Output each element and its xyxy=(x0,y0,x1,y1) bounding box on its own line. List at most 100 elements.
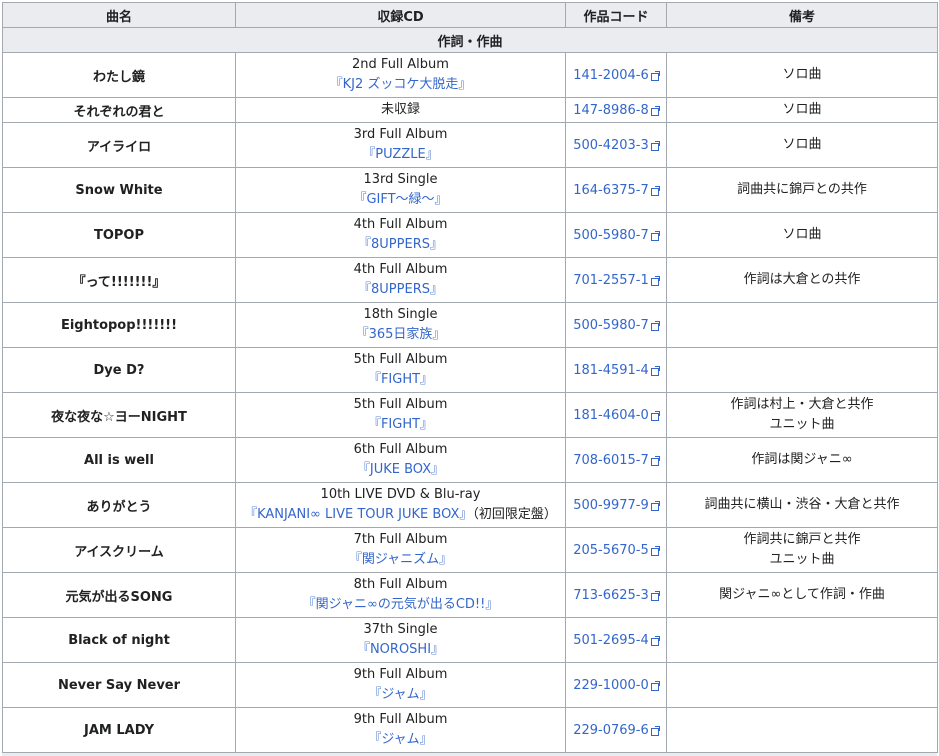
work-code-link[interactable]: 501-2695-4 xyxy=(573,632,660,648)
work-code-link[interactable]: 500-9977-9 xyxy=(573,498,660,513)
notes-cell xyxy=(666,617,938,663)
album-link[interactable]: 『8UPPERS』 xyxy=(358,237,443,252)
external-link-icon xyxy=(650,365,660,376)
external-link-icon xyxy=(650,545,660,556)
album-link[interactable]: 『KANJANI∞ LIVE TOUR JUKE BOX』 xyxy=(244,507,472,522)
album-edition: （初回限定盤） xyxy=(472,507,557,522)
album-line: 『KJ2 ズッコケ大脱走』 xyxy=(240,75,561,95)
work-code: 713-6625-3 xyxy=(573,587,649,603)
cd-cell: 13rd Single 『GIFT～緑～』 xyxy=(235,167,566,213)
album-link[interactable]: 『GIFT～緑～』 xyxy=(353,192,447,207)
notes-cell xyxy=(666,347,938,393)
album-link[interactable]: 『関ジャニ∞の元気が出るCD!!』 xyxy=(303,597,499,612)
code-cell: 500-5980-7 xyxy=(565,302,667,348)
album-link[interactable]: 『FIGHT』 xyxy=(368,417,433,432)
song-title: Dye D? xyxy=(2,347,236,393)
song-title: 『って!!!!!!!』 xyxy=(2,257,236,303)
work-code-link[interactable]: 147-8986-8 xyxy=(573,102,660,118)
cd-cell: 5th Full Album 『FIGHT』 xyxy=(235,347,566,393)
work-code: 500-4203-3 xyxy=(573,137,649,153)
work-code-link[interactable]: 205-5670-5 xyxy=(573,542,660,558)
song-title: All is well xyxy=(2,437,236,483)
external-link-icon xyxy=(650,320,660,331)
work-code-link[interactable]: 181-4604-0 xyxy=(573,408,660,423)
notes-cell: 作詞は大倉との共作 xyxy=(666,257,938,303)
album-line: 『8UPPERS』 xyxy=(240,280,561,300)
release-type: 2nd Full Album xyxy=(352,57,449,72)
work-code-link[interactable]: 500-5980-7 xyxy=(573,228,660,243)
album-line: 『GIFT～緑～』 xyxy=(240,190,561,210)
cd-cell: 7th Full Album 『関ジャニズム』 xyxy=(235,527,566,573)
song-title: アイライロ xyxy=(2,122,236,168)
cd-cell: 2nd Full Album 『KJ2 ズッコケ大脱走』 xyxy=(235,52,566,98)
album-line: 『関ジャニ∞の元気が出るCD!!』 xyxy=(240,595,561,615)
album-link[interactable]: 『PUZZLE』 xyxy=(362,147,438,162)
album-line: 『ジャム』 xyxy=(240,685,561,705)
work-code-link[interactable]: 708-6015-7 xyxy=(573,452,660,468)
cd-cell: 37th Single 『NOROSHI』 xyxy=(235,617,566,663)
work-code-link[interactable]: 181-4591-4 xyxy=(573,362,660,378)
work-code-link[interactable]: 229-1000-0 xyxy=(573,678,660,693)
work-code-link[interactable]: 500-4203-3 xyxy=(573,137,660,153)
table-row: アイスクリーム 7th Full Album 『関ジャニズム』 205-5670-5 作… xyxy=(2,527,938,573)
album-line: 『KANJANI∞ LIVE TOUR JUKE BOX』（初回限定盤） xyxy=(240,505,561,525)
work-code-link[interactable]: 164-6375-7 xyxy=(573,182,660,198)
note-line: 作詞は村上・大倉と共作 xyxy=(730,397,874,412)
work-code: 229-0769-6 xyxy=(573,722,649,738)
album-link[interactable]: 『JUKE BOX』 xyxy=(357,462,444,477)
notes-cell: ソロ曲 xyxy=(666,122,938,168)
work-code-link[interactable]: 500-5980-7 xyxy=(573,318,660,333)
work-code: 164-6375-7 xyxy=(573,182,649,198)
section-row: 作詞・作曲 xyxy=(2,27,938,53)
album-link[interactable]: 『ジャム』 xyxy=(368,687,432,702)
album-link[interactable]: 『NOROSHI』 xyxy=(357,642,444,657)
code-cell: 181-4604-0 xyxy=(565,392,667,438)
work-code-link[interactable]: 701-2557-1 xyxy=(573,273,660,288)
table-row: ありがとう 10th LIVE DVD & Blu-ray 『KANJANI∞ LI… xyxy=(2,482,938,528)
release-type: 6th Full Album xyxy=(353,442,448,457)
note-line: ソロ曲 xyxy=(782,67,822,82)
notes-cell: ソロ曲 xyxy=(666,212,938,258)
songs-table: 曲名 収録CD 作品コード 備考 作詞・作曲 わたし鏡 2nd Full Albu… xyxy=(2,2,938,753)
album-link[interactable]: 『関ジャニズム』 xyxy=(349,552,452,567)
header-notes: 備考 xyxy=(666,2,938,28)
table-row: 元気が出るSONG 8th Full Album 『関ジャニ∞の元気が出るCD!!』… xyxy=(2,572,938,618)
external-link-icon xyxy=(650,725,660,736)
album-line: 『FIGHT』 xyxy=(240,370,561,390)
header-cd: 収録CD xyxy=(235,2,566,28)
album-link[interactable]: 『FIGHT』 xyxy=(368,372,433,387)
notes-cell: ソロ曲 xyxy=(666,97,938,123)
work-code: 501-2695-4 xyxy=(573,632,649,648)
album-link[interactable]: 『365日家族』 xyxy=(356,327,446,342)
album-line: 『JUKE BOX』 xyxy=(240,460,561,480)
work-code: 181-4591-4 xyxy=(573,362,649,378)
note-line: ユニット曲 xyxy=(769,417,835,432)
code-cell: 708-6015-7 xyxy=(565,437,667,483)
notes-cell: 関ジャニ∞として作詞・作曲 xyxy=(666,572,938,618)
note-line: ソロ曲 xyxy=(782,137,822,152)
work-code: 205-5670-5 xyxy=(573,542,649,558)
code-cell: 229-1000-0 xyxy=(565,662,667,708)
release-type: 7th Full Album xyxy=(353,532,448,547)
external-link-icon xyxy=(650,70,660,81)
work-code-link[interactable]: 713-6625-3 xyxy=(573,587,660,603)
work-code-link[interactable]: 229-0769-6 xyxy=(573,722,660,738)
work-code: 708-6015-7 xyxy=(573,452,649,468)
note-line: 詞曲共に錦戸との共作 xyxy=(737,182,867,197)
external-link-icon xyxy=(650,680,660,691)
album-link[interactable]: 『ジャム』 xyxy=(368,732,432,747)
cd-cell: 9th Full Album 『ジャム』 xyxy=(235,707,566,753)
album-link[interactable]: 『KJ2 ズッコケ大脱走』 xyxy=(330,77,472,92)
work-code-link[interactable]: 141-2004-6 xyxy=(573,68,660,83)
notes-cell: 作詞は村上・大倉と共作 ユニット曲 xyxy=(666,392,938,438)
external-link-icon xyxy=(650,635,660,646)
album-line: 『NOROSHI』 xyxy=(240,640,561,660)
code-cell: 147-8986-8 xyxy=(565,97,667,123)
cd-cell: 4th Full Album 『8UPPERS』 xyxy=(235,257,566,303)
work-code: 147-8986-8 xyxy=(573,102,649,118)
song-title: Black of night xyxy=(2,617,236,663)
section-label: 作詞・作曲 xyxy=(2,27,938,53)
album-link[interactable]: 『8UPPERS』 xyxy=(358,282,443,297)
cd-cell: 9th Full Album 『ジャム』 xyxy=(235,662,566,708)
song-title: Snow White xyxy=(2,167,236,213)
